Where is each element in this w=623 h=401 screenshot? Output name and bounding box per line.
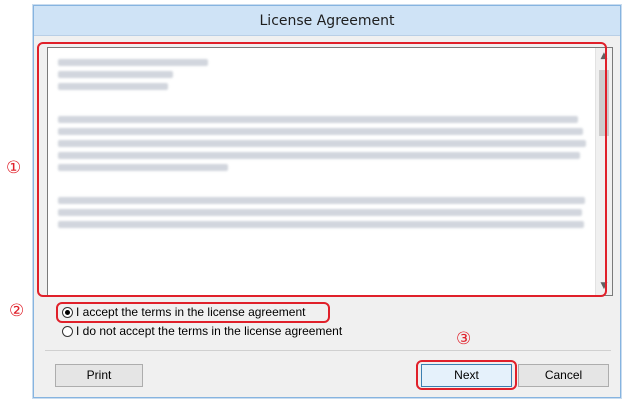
next-button[interactable]: Next [421,364,512,387]
decline-label[interactable]: I do not accept the terms in the license… [76,324,342,338]
window-title: License Agreement [259,13,395,29]
print-button[interactable]: Print [55,364,143,387]
accept-radio[interactable] [62,306,73,318]
accept-label[interactable]: I accept the terms in the license agreem… [76,305,305,319]
decline-option[interactable]: I do not accept the terms in the license… [62,322,342,340]
annotation-marker-1: ① [6,158,22,178]
accept-option[interactable]: I accept the terms in the license agreem… [62,303,305,321]
title-bar: License Agreement [34,6,620,36]
annotation-marker-2: ② [9,301,25,321]
decline-radio[interactable] [62,325,73,337]
cancel-button[interactable]: Cancel [518,364,609,387]
annotation-marker-3: ③ [456,329,472,349]
divider [45,350,611,351]
highlight-license-text [37,42,607,297]
